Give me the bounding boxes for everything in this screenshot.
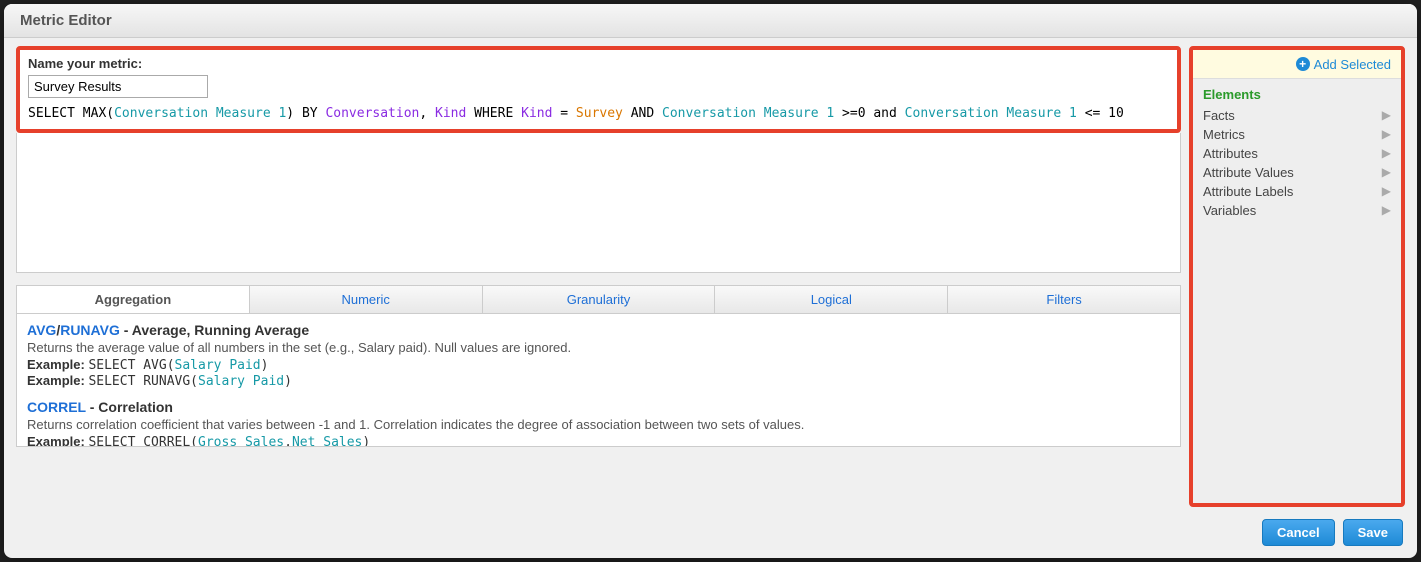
add-selected-button[interactable]: + Add Selected — [1296, 57, 1391, 72]
tab-granularity[interactable]: Granularity — [483, 286, 716, 313]
function-tabs: Aggregation Numeric Granularity Logical … — [17, 286, 1180, 314]
query-keyword: BY — [302, 106, 318, 121]
query-keyword: WHERE — [474, 106, 513, 121]
cancel-button[interactable]: Cancel — [1262, 519, 1335, 546]
function-example: Example: SELECT CORREL(Gross Sales,Net S… — [27, 434, 1170, 446]
query-keyword: MAX( — [83, 106, 114, 121]
function-description: Returns correlation coefficient that var… — [27, 417, 1170, 432]
add-selected-bar: + Add Selected — [1193, 50, 1401, 79]
function-list: AVG/RUNAVG - Average, Running Average Re… — [17, 314, 1180, 446]
chevron-right-icon: ▶ — [1382, 203, 1391, 217]
query-measure: Conversation Measure 1 — [114, 106, 286, 121]
query-keyword: SELECT — [28, 106, 75, 121]
metric-query-editor[interactable]: SELECT MAX(Conversation Measure 1) BY Co… — [28, 104, 1169, 123]
function-description: Returns the average value of all numbers… — [27, 340, 1170, 355]
function-example: Example: SELECT RUNAVG(Salary Paid) — [27, 373, 1170, 389]
function-example: Example: SELECT AVG(Salary Paid) — [27, 357, 1170, 373]
element-item-variables[interactable]: Variables ▶ — [1193, 201, 1401, 220]
modal-footer: Cancel Save — [4, 511, 1417, 558]
metric-name-label: Name your metric: — [28, 56, 1169, 71]
element-item-attribute-labels[interactable]: Attribute Labels ▶ — [1193, 182, 1401, 201]
query-measure: Conversation Measure 1 — [662, 106, 834, 121]
function-link-runavg[interactable]: RUNAVG — [60, 322, 120, 338]
chevron-right-icon: ▶ — [1382, 165, 1391, 179]
query-editor-body[interactable] — [16, 133, 1181, 273]
query-attribute: Kind — [521, 106, 552, 121]
tab-logical[interactable]: Logical — [715, 286, 948, 313]
query-paren: ) — [286, 106, 294, 121]
element-item-metrics[interactable]: Metrics ▶ — [1193, 125, 1401, 144]
chevron-right-icon: ▶ — [1382, 108, 1391, 122]
function-link-avg[interactable]: AVG — [27, 322, 56, 338]
function-link-correl[interactable]: CORREL — [27, 399, 86, 415]
chevron-right-icon: ▶ — [1382, 146, 1391, 160]
elements-header: Elements — [1193, 83, 1401, 106]
save-button[interactable]: Save — [1343, 519, 1403, 546]
query-attribute: Kind — [435, 106, 466, 121]
chevron-right-icon: ▶ — [1382, 127, 1391, 141]
tab-numeric[interactable]: Numeric — [250, 286, 483, 313]
modal-title: Metric Editor — [4, 4, 1417, 38]
query-keyword: AND — [631, 106, 654, 121]
function-avg: AVG/RUNAVG - Average, Running Average Re… — [27, 322, 1170, 389]
element-item-attributes[interactable]: Attributes ▶ — [1193, 144, 1401, 163]
query-measure: Conversation Measure 1 — [905, 106, 1077, 121]
element-item-facts[interactable]: Facts ▶ — [1193, 106, 1401, 125]
metric-editor-modal: Metric Editor Name your metric: SELECT M… — [4, 4, 1417, 558]
element-item-attribute-values[interactable]: Attribute Values ▶ — [1193, 163, 1401, 182]
tab-filters[interactable]: Filters — [948, 286, 1180, 313]
query-attribute: Conversation — [325, 106, 419, 121]
plus-icon: + — [1296, 57, 1310, 71]
metric-name-input[interactable] — [28, 75, 208, 98]
function-correl: CORREL - Correlation Returns correlation… — [27, 399, 1170, 446]
query-value: Survey — [576, 106, 623, 121]
elements-sidebar: + Add Selected Elements Facts ▶ Metrics … — [1189, 46, 1405, 507]
chevron-right-icon: ▶ — [1382, 184, 1391, 198]
function-help-panel: Aggregation Numeric Granularity Logical … — [16, 285, 1181, 447]
tab-aggregation[interactable]: Aggregation — [17, 286, 250, 313]
metric-definition-panel: Name your metric: SELECT MAX(Conversatio… — [16, 46, 1181, 133]
